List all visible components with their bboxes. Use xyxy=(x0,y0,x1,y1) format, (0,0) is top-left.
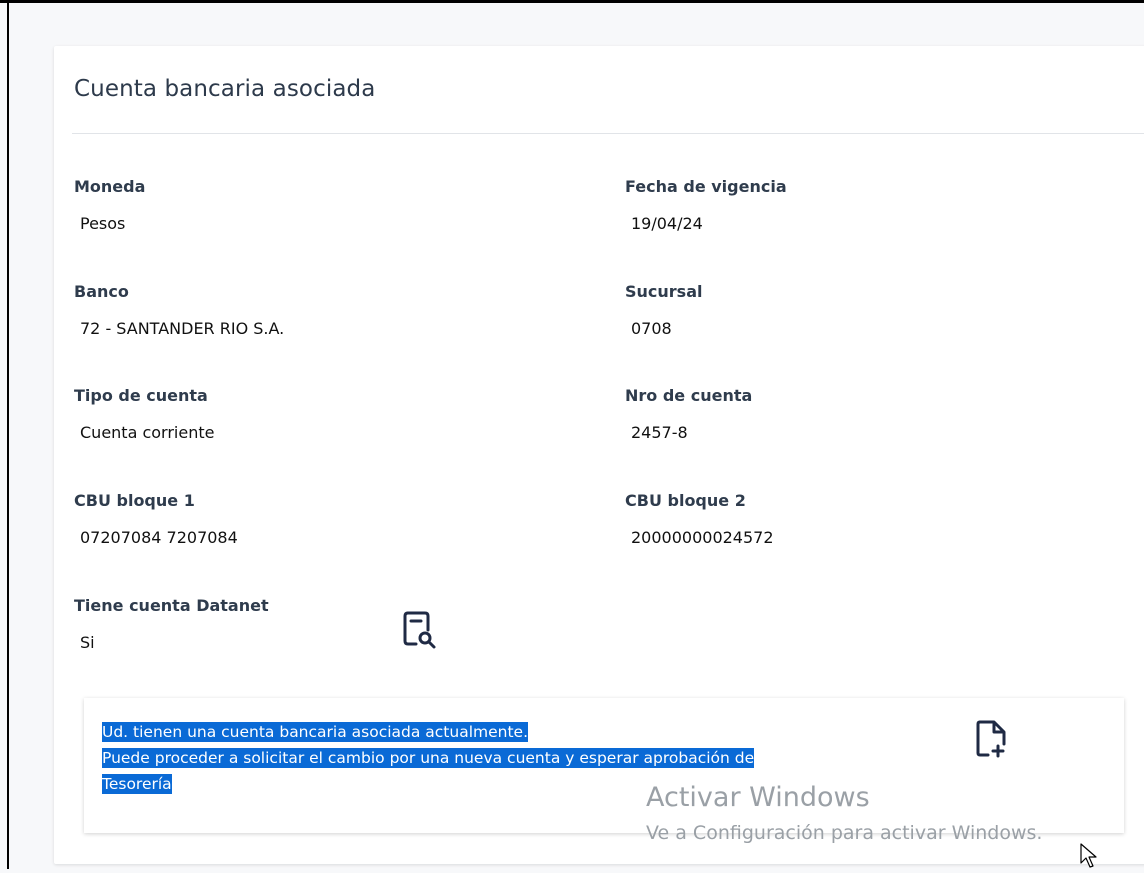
pointer-cursor-icon xyxy=(1080,843,1097,868)
datanet-label: Tiene cuenta Datanet xyxy=(74,596,269,615)
title-divider xyxy=(72,133,1144,134)
sucursal-label: Sucursal xyxy=(625,282,703,301)
info-line-1: Ud. tienen una cuenta bancaria asociada … xyxy=(102,722,529,742)
field-sucursal: Sucursal 0708 xyxy=(625,282,702,338)
cbu-bloque-2-value: 20000000024572 xyxy=(631,528,774,547)
field-nro-cuenta: Nro de cuenta 2457-8 xyxy=(625,386,752,442)
activate-windows-title: Activar Windows xyxy=(646,782,870,813)
tipo-cuenta-value: Cuenta corriente xyxy=(80,423,215,442)
field-banco: Banco 72 - SANTANDER RIO S.A. xyxy=(74,282,284,338)
banco-label: Banco xyxy=(74,282,129,301)
fecha-vigencia-label: Fecha de vigencia xyxy=(625,177,787,196)
field-fecha-vigencia: Fecha de vigencia 19/04/24 xyxy=(625,177,787,233)
bank-account-card: Cuenta bancaria asociada Moneda Pesos Fe… xyxy=(54,46,1144,864)
info-line-2: Puede proceder a solicitar el cambio por… xyxy=(102,748,755,768)
fecha-vigencia-value: 19/04/24 xyxy=(631,214,703,233)
cbu-bloque-2-label: CBU bloque 2 xyxy=(625,491,746,510)
moneda-value: Pesos xyxy=(80,214,126,233)
field-tipo-cuenta: Tipo de cuenta Cuenta corriente xyxy=(74,386,214,442)
datanet-value: Si xyxy=(80,633,95,652)
window-border-left xyxy=(7,0,9,869)
nro-cuenta-value: 2457-8 xyxy=(631,423,688,442)
tipo-cuenta-label: Tipo de cuenta xyxy=(74,386,208,405)
document-add-icon xyxy=(976,720,1006,758)
info-line-3: Tesorería xyxy=(102,774,172,794)
window-border-top xyxy=(0,0,1144,3)
field-cbu-bloque-2: CBU bloque 2 20000000024572 xyxy=(625,491,774,547)
view-document-button[interactable] xyxy=(403,610,439,654)
field-moneda: Moneda Pesos xyxy=(74,177,145,233)
field-datanet: Tiene cuenta Datanet Si xyxy=(74,596,269,652)
activate-windows-subtitle: Ve a Configuración para activar Windows. xyxy=(646,822,1043,844)
banco-value: 72 - SANTANDER RIO S.A. xyxy=(80,319,285,338)
sucursal-value: 0708 xyxy=(631,319,672,338)
moneda-label: Moneda xyxy=(74,177,146,196)
info-message-box: Ud. tienen una cuenta bancaria asociada … xyxy=(84,698,1124,833)
cbu-bloque-1-value: 07207084 7207084 xyxy=(80,528,238,547)
cbu-bloque-1-label: CBU bloque 1 xyxy=(74,491,195,510)
new-account-request-button[interactable] xyxy=(976,720,1008,764)
field-cbu-bloque-1: CBU bloque 1 07207084 7207084 xyxy=(74,491,238,547)
document-search-icon xyxy=(403,611,436,649)
nro-cuenta-label: Nro de cuenta xyxy=(625,386,753,405)
card-title: Cuenta bancaria asociada xyxy=(74,76,376,102)
